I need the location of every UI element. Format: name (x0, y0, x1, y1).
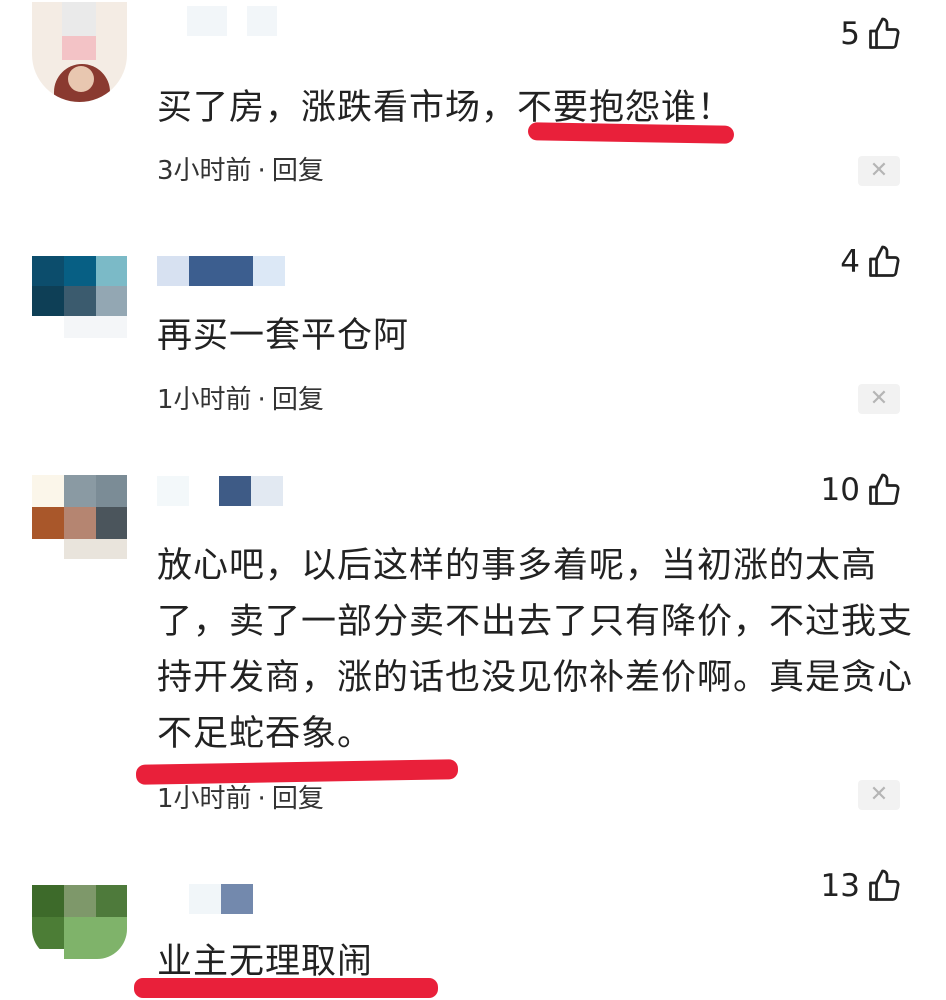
avatar[interactable] (32, 256, 127, 338)
like-count: 5 (840, 16, 860, 52)
meta-separator: · (257, 385, 266, 415)
reply-button[interactable]: 回复 (272, 385, 324, 415)
highlight-underline (135, 759, 459, 785)
reply-button[interactable]: 回复 (272, 784, 324, 814)
close-icon: ✕ (869, 158, 889, 183)
like-count: 4 (840, 244, 860, 280)
comment-time: 1小时前 (157, 784, 252, 814)
meta-separator: · (257, 156, 266, 186)
like-button[interactable]: 4 (840, 242, 902, 282)
comment-meta: 1小时前 · 回复 (157, 782, 324, 816)
comment-text: 再买一套平仓阿 (157, 316, 410, 356)
comment-time: 3小时前 (157, 156, 252, 186)
dismiss-button[interactable]: ✕ (858, 156, 900, 186)
thumbs-up-icon (869, 17, 900, 49)
avatar[interactable] (32, 885, 127, 959)
close-icon: ✕ (869, 782, 889, 807)
username-blurred[interactable] (157, 476, 287, 506)
thumbs-up-icon (869, 869, 900, 901)
username-blurred[interactable] (157, 256, 287, 286)
reply-button[interactable]: 回复 (272, 156, 324, 186)
like-count: 10 (820, 472, 860, 508)
comment-text: 放心吧，以后这样的事多着呢，当初涨的太高了，卖了一部分卖不出去了只有降价，不过我… (157, 546, 914, 754)
highlight-underline (527, 122, 735, 144)
avatar[interactable] (32, 2, 127, 102)
thumbs-up-icon (869, 245, 900, 277)
comment-time: 1小时前 (157, 385, 252, 415)
avatar[interactable] (32, 475, 127, 559)
like-button[interactable]: 13 (821, 866, 902, 906)
thumbs-up-icon (869, 473, 900, 505)
comment-meta: 3小时前 · 回复 (157, 154, 324, 188)
highlight-underline (134, 978, 438, 998)
close-icon: ✕ (869, 386, 889, 411)
like-count: 13 (820, 868, 860, 904)
meta-separator: · (257, 784, 266, 814)
like-button[interactable]: 10 (821, 470, 902, 510)
dismiss-button[interactable]: ✕ (858, 384, 900, 414)
username-blurred[interactable] (157, 884, 257, 914)
username-blurred[interactable] (157, 6, 277, 36)
like-button[interactable]: 5 (840, 14, 902, 54)
dismiss-button[interactable]: ✕ (858, 780, 900, 810)
comment-meta: 1小时前 · 回复 (157, 383, 324, 417)
